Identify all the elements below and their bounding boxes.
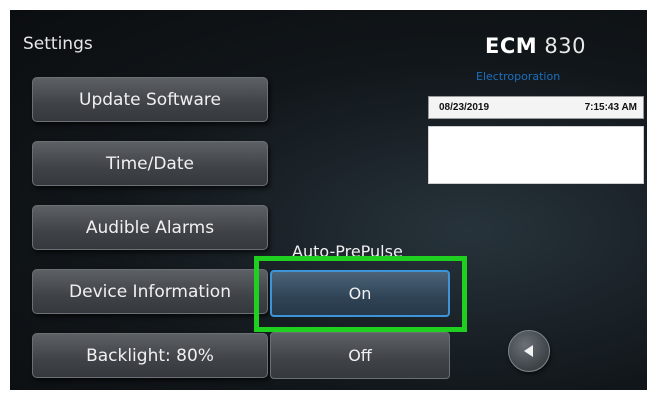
device-information-button[interactable]: Device Information xyxy=(32,269,268,314)
status-message-box xyxy=(428,126,644,184)
prepulse-off-button[interactable]: Off xyxy=(270,332,450,379)
back-button[interactable] xyxy=(508,330,550,372)
status-date: 08/23/2019 xyxy=(439,102,490,113)
brand-subtitle: Electroporation xyxy=(476,70,561,83)
page-title: Settings xyxy=(23,34,93,54)
audible-alarms-button[interactable]: Audible Alarms xyxy=(32,205,268,250)
update-software-button[interactable]: Update Software xyxy=(32,77,268,122)
status-time: 7:15:43 AM xyxy=(584,102,637,113)
brand-logo: ECM 830 xyxy=(485,34,586,58)
settings-screen: Settings Update Software Time/Date Audib… xyxy=(10,10,647,390)
date-time-bar: 08/23/2019 7:15:43 AM xyxy=(428,96,644,119)
selection-highlight xyxy=(254,256,467,332)
triangle-left-icon xyxy=(524,345,533,357)
brand-name: ECM xyxy=(485,34,538,58)
backlight-button[interactable]: Backlight: 80% xyxy=(32,333,268,378)
brand-model: 830 xyxy=(544,34,586,58)
time-date-button[interactable]: Time/Date xyxy=(32,141,268,186)
